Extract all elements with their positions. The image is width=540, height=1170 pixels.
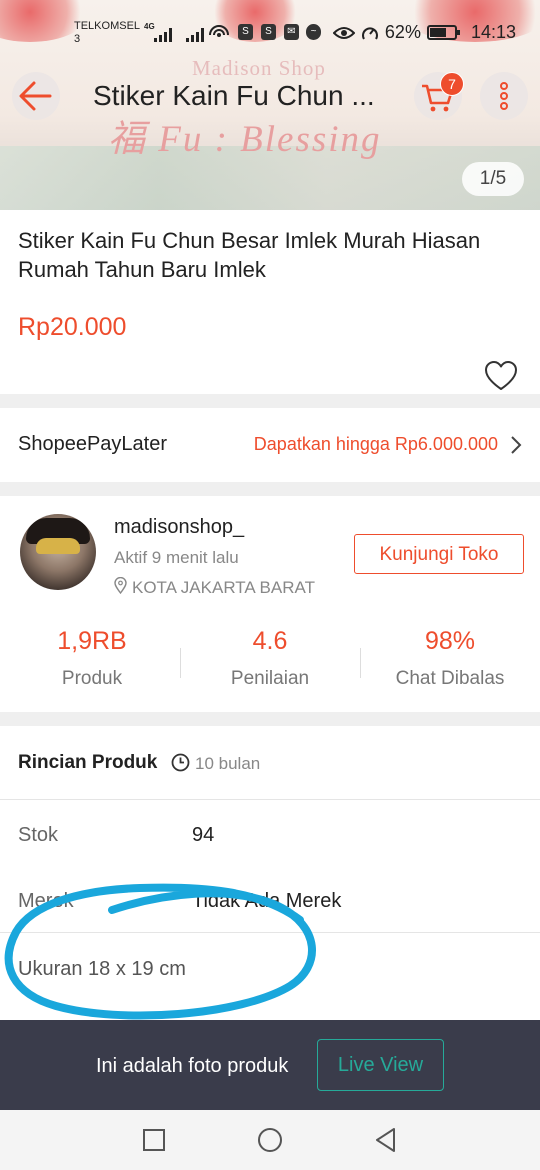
product-info: Stiker Kain Fu Chun Besar Imlek Murah Hi… [0,210,540,394]
photo-banner: Ini adalah foto produk Live View [0,1020,540,1110]
visit-shop-button[interactable]: Kunjungi Toko [354,534,524,574]
shop-active-status: Aktif 9 menit lalu [114,548,239,567]
arrow-left-icon [19,81,52,111]
data-saver-icon [361,26,378,40]
divider [0,932,540,933]
recent-apps-icon[interactable] [140,1126,168,1154]
shopee-notification-icon: S [261,24,276,40]
page-title: Stiker Kain Fu Chun ... [93,80,375,111]
carrier-label: TELKOMSEL 3 [74,20,141,45]
stat-products: 1,9RB Produk [57,627,127,689]
product-price: Rp20.000 [18,313,127,341]
hotspot-icon [209,25,229,37]
shop-card: madisonshop_ Aktif 9 menit lalu KOTA JAK… [0,496,540,712]
product-description: Ukuran 18 x 19 cm [18,958,186,980]
back-nav-icon[interactable] [372,1126,400,1154]
mail-icon: ✉ [284,24,299,40]
paylater-row[interactable]: ShopeePayLater Dapatkan hingga Rp6.000.0… [0,408,540,482]
shop-name[interactable]: madisonshop_ [114,516,244,539]
image-caption: 福 Fu : Blessing [108,119,382,160]
home-icon[interactable] [256,1126,284,1154]
stat-chat-reply: 98% Chat Dibalas [395,627,505,689]
more-button[interactable] [480,72,528,120]
product-details: Rincian Produk 10 bulan Stok 94 Merek Ti… [0,726,540,1026]
clock-icon [171,753,190,772]
brand-label: Merek [18,890,74,912]
battery-percent: 62% [384,22,421,42]
shop-location: KOTA JAKARTA BARAT [132,578,315,597]
eye-icon [332,26,355,39]
stock-label: Stok [18,824,59,846]
back-button[interactable] [12,72,60,120]
messenger-icon: ~ [306,24,321,40]
shopee-notification-icon: S [238,24,253,40]
banner-text: Ini adalah foto produk [96,1055,289,1077]
details-title: Rincian Produk [18,752,158,773]
image-counter: 1/5 [462,162,524,196]
system-nav-bar [0,1110,540,1170]
battery-icon [426,25,460,40]
stat-rating: 4.6 Penilaian [230,627,310,689]
status-bar: TELKOMSEL 3 4G S S ✉ ~ 62% 14:13 [0,0,540,58]
image-watermark: Madison Shop [192,56,326,80]
signal-icon [154,24,174,42]
shop-avatar[interactable] [20,514,96,590]
signal-icon [186,24,206,42]
clock: 14:13 [470,22,516,42]
divider [0,799,540,800]
live-view-button[interactable]: Live View [317,1039,444,1091]
details-age: 10 bulan [195,754,261,773]
paylater-value: Dapatkan hingga Rp6.000.000 [253,434,498,454]
location-pin-icon [114,577,127,594]
chevron-right-icon [511,436,522,454]
brand-value: Tidak Ada Merek [192,890,342,912]
heart-icon[interactable] [484,360,518,392]
product-title: Stiker Kain Fu Chun Besar Imlek Murah Hi… [18,228,481,282]
status-right: 62% 14:13 [332,22,516,43]
stock-value: 94 [192,824,215,846]
cart-count-badge: 7 [440,72,464,96]
paylater-label: ShopeePayLater [18,433,168,455]
more-vertical-icon [500,82,508,110]
